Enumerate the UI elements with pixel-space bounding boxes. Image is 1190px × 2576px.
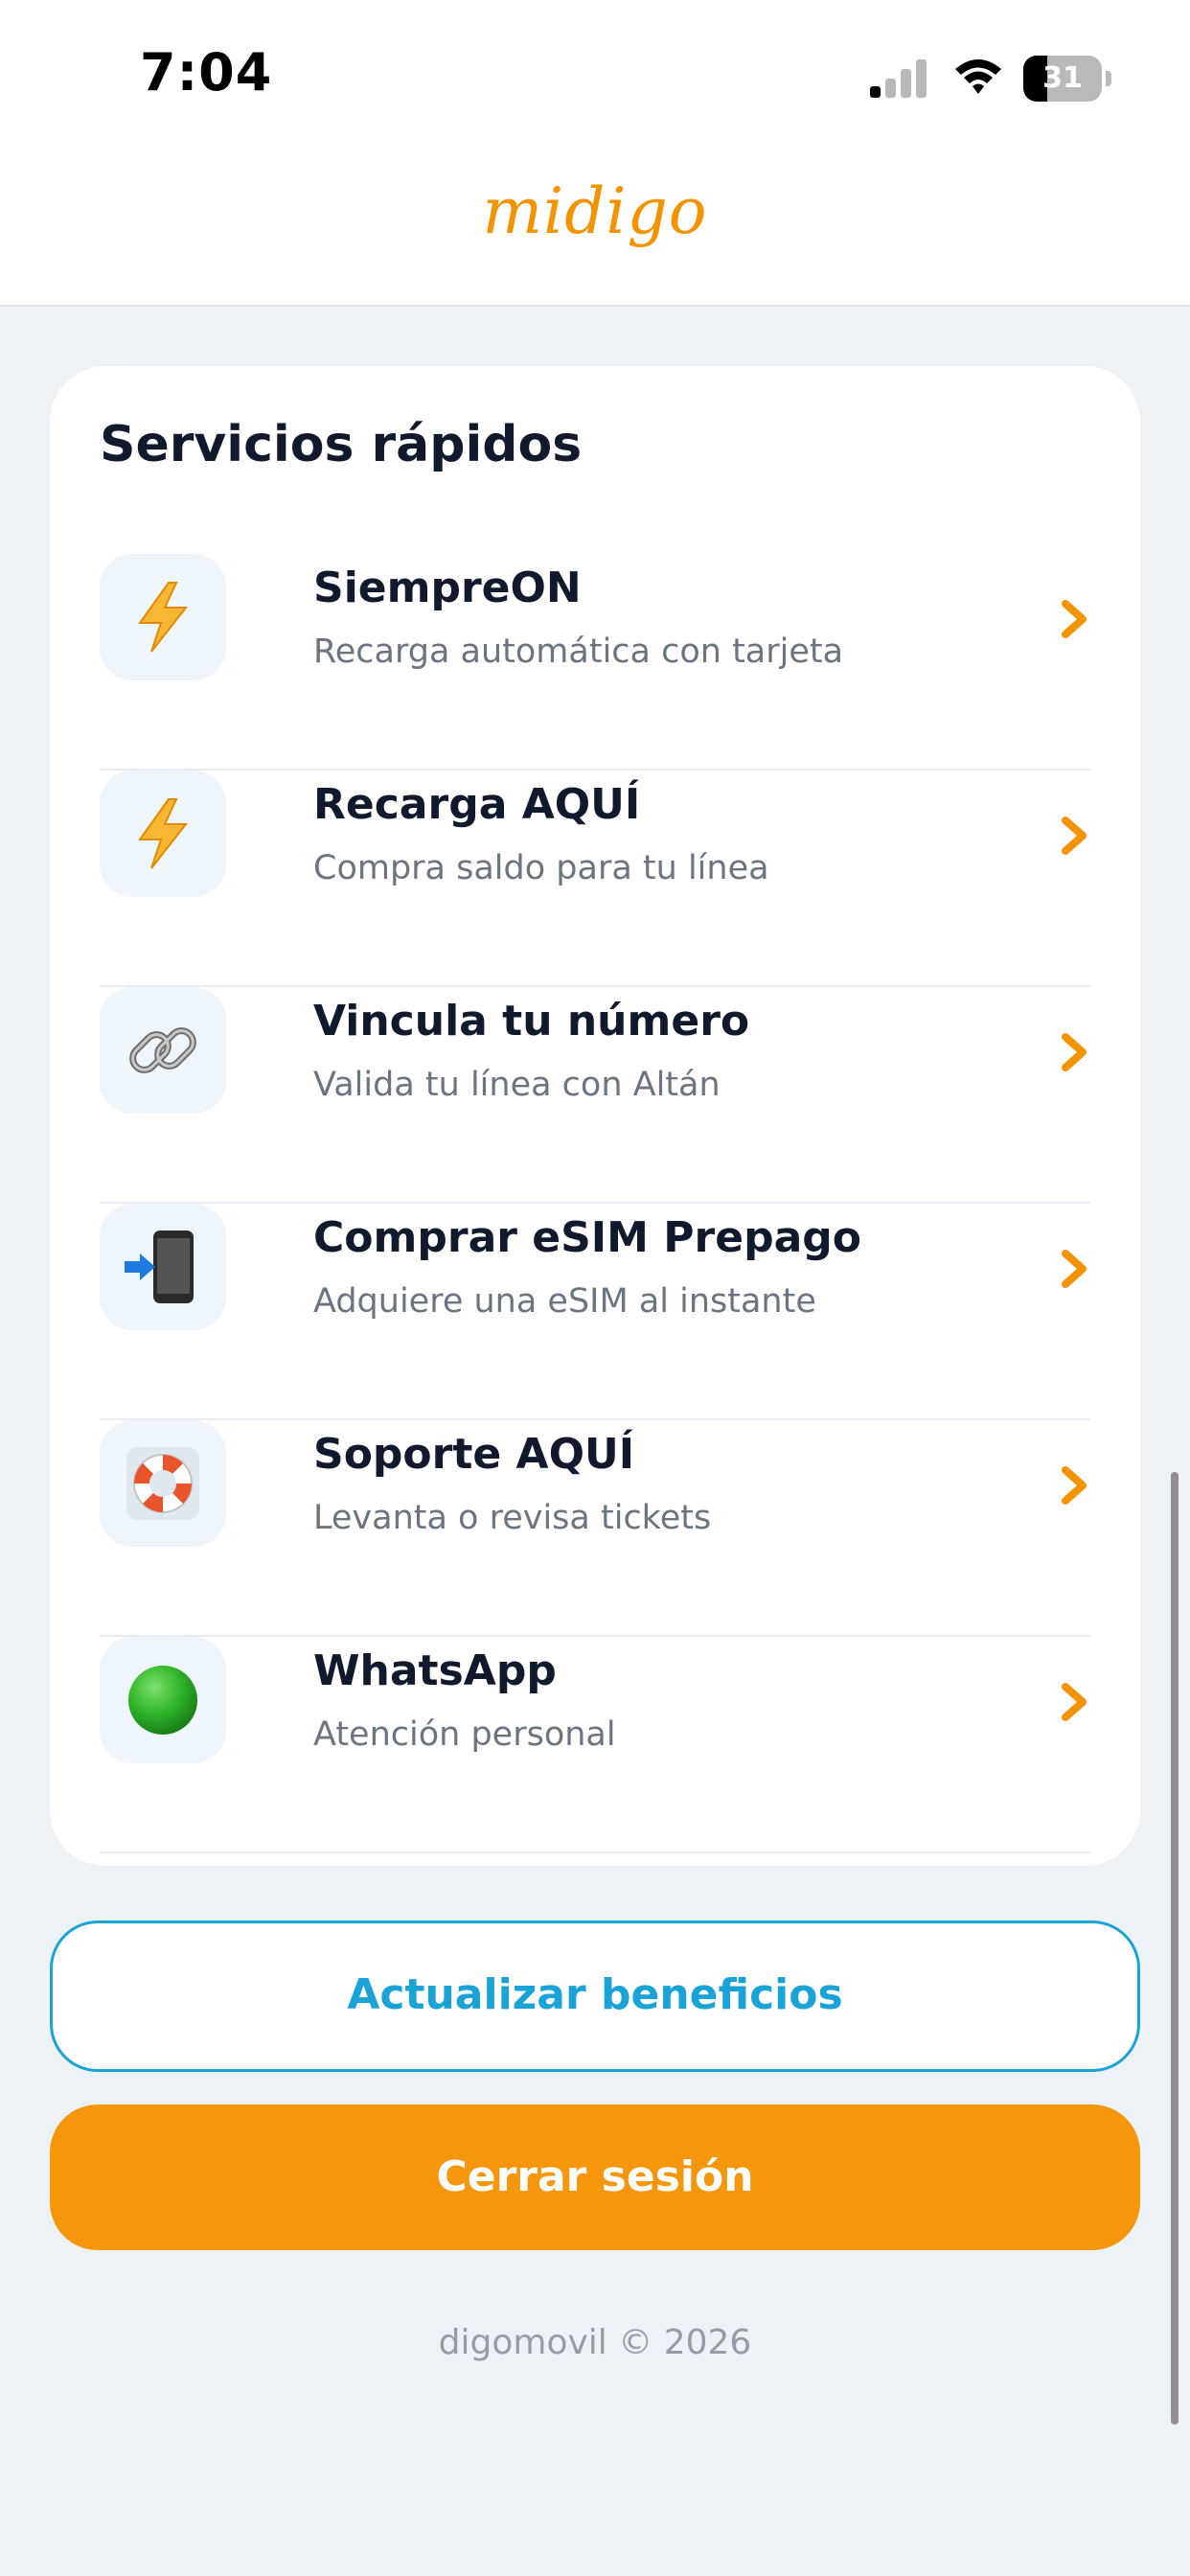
update-benefits-button[interactable]: Actualizar beneficios [50,1920,1140,2072]
service-list: SiempreON Recarga automática con tarjeta… [100,554,1090,1853]
service-title: Recarga AQUÍ [313,780,641,829]
quick-services-card: Servicios rápidos SiempreON Recarga auto… [50,366,1140,1866]
chevron-right-icon [1062,600,1087,638]
service-subtitle: Atención personal [313,1715,616,1754]
chevron-right-icon [1062,1033,1087,1071]
service-title: SiempreON [313,564,582,612]
service-subtitle: Levanta o revisa tickets [313,1499,712,1537]
service-subtitle: Compra saldo para tu línea [313,849,769,887]
chevron-right-icon [1062,1466,1087,1505]
service-item-siempreon[interactable]: SiempreON Recarga automática con tarjeta [100,554,1090,770]
wifi-icon [955,59,1001,94]
service-subtitle: Valida tu línea con Altán [313,1066,721,1104]
service-subtitle: Recarga automática con tarjeta [313,632,844,671]
service-item-whatsapp[interactable]: WhatsApp Atención personal [100,1637,1090,1853]
service-title: Vincula tu número [313,997,750,1046]
service-item-soporte[interactable]: Soporte AQUÍ Levanta o revisa tickets [100,1420,1090,1637]
card-title: Servicios rápidos [100,416,583,473]
status-bar: 7:04 31 [0,0,1190,153]
service-item-esim[interactable]: Comprar eSIM Prepago Adquiere una eSIM a… [100,1204,1090,1420]
link-icon [100,987,226,1114]
lightning-icon [100,554,226,680]
service-title: Comprar eSIM Prepago [313,1213,861,1262]
cellular-signal-icon [870,59,927,98]
green-circle-icon [100,1637,226,1763]
mobile-arrow-icon [100,1204,226,1330]
scrollbar[interactable] [1171,1472,1179,2425]
service-item-vincula[interactable]: Vincula tu número Valida tu línea con Al… [100,987,1090,1204]
battery-icon: 31 [1023,56,1111,102]
lifebuoy-icon [100,1420,226,1547]
chevron-right-icon [1062,816,1087,855]
service-title: WhatsApp [313,1646,557,1695]
footer-copyright: digomovil © 2026 [438,2323,752,2362]
service-subtitle: Adquiere una eSIM al instante [313,1282,816,1321]
service-item-recarga[interactable]: Recarga AQUÍ Compra saldo para tu línea [100,770,1090,987]
app-header: midigo [0,153,1190,307]
battery-level: 31 [1042,61,1083,95]
service-title: Soporte AQUÍ [313,1430,635,1479]
status-time: 7:04 [140,42,273,103]
lightning-icon [100,770,226,897]
chevron-right-icon [1062,1683,1087,1721]
chevron-right-icon [1062,1250,1087,1288]
logout-button[interactable]: Cerrar sesión [50,2104,1140,2250]
app-logo: midigo [482,174,708,248]
